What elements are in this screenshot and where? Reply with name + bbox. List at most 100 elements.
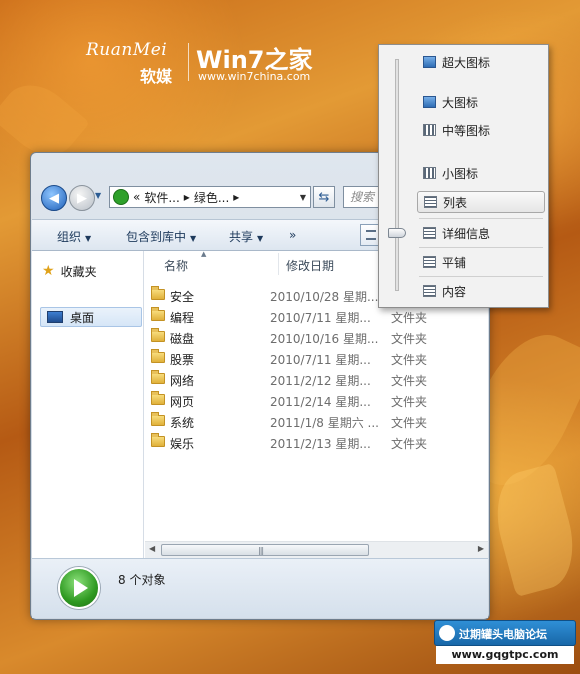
folder-icon (151, 286, 165, 300)
menu-item-extra-large-icons[interactable]: 超大图标 (417, 51, 545, 73)
menu-item-content[interactable]: 内容 (417, 280, 545, 302)
address-location-icon (113, 189, 129, 205)
watermark-banner: 过期罐头电脑论坛 (434, 620, 576, 646)
menu-item-details[interactable]: 详细信息 (417, 222, 545, 244)
file-name: 磁盘 (170, 332, 195, 346)
menu-item-large-icons[interactable]: 大图标 (417, 91, 545, 113)
forum-watermark: 过期罐头电脑论坛 www.gqgtpc.com (434, 620, 576, 666)
address-dropdown-icon[interactable]: ▼ (300, 193, 306, 202)
folder-icon (151, 349, 165, 363)
menu-item-label: 内容 (442, 284, 467, 299)
refresh-button[interactable]: ⇆ (313, 186, 335, 208)
include-in-library-label: 包含到库中 (126, 230, 187, 244)
file-date: 2010/10/28 星期... (270, 290, 378, 304)
menu-item-label: 列表 (443, 195, 468, 210)
content-view-icon (423, 285, 436, 297)
file-name: 安全 (170, 290, 195, 304)
menu-separator (419, 247, 543, 248)
file-date: 2011/1/8 星期六 ... (270, 416, 378, 430)
large-icons-icon (423, 96, 436, 108)
breadcrumb-separator[interactable]: ▸ (233, 190, 239, 204)
view-slider-thumb[interactable] (388, 228, 406, 238)
chevron-down-icon: ▼ (257, 234, 264, 243)
breadcrumb-overflow[interactable]: « (133, 190, 140, 204)
file-row[interactable]: 编程 2010/7/11 星期... 文件夹 (145, 306, 488, 327)
file-date: 2011/2/13 星期... (270, 437, 371, 451)
details-pane: 8 个对象 (32, 558, 488, 618)
file-row[interactable]: 娱乐 2011/2/13 星期... 文件夹 (145, 432, 488, 453)
menu-item-label: 中等图标 (442, 123, 491, 138)
file-row[interactable]: 系统 2011/1/8 星期六 ... 文件夹 (145, 411, 488, 432)
back-button[interactable]: ◀ (41, 185, 67, 211)
file-date: 2011/2/12 星期... (270, 374, 371, 388)
nav-item-favorites[interactable]: ★ 收藏夹 (42, 261, 97, 281)
file-row[interactable]: 网页 2011/2/14 星期... 文件夹 (145, 390, 488, 411)
horizontal-scrollbar[interactable]: ◀ ||| ▶ (145, 541, 488, 558)
scroll-right-icon[interactable]: ▶ (478, 544, 484, 553)
file-type: 文件夹 (391, 374, 428, 388)
view-slider-track[interactable] (395, 59, 399, 291)
file-row[interactable]: 股票 2010/7/11 星期... 文件夹 (145, 348, 488, 369)
history-dropdown-icon[interactable]: ▼ (95, 191, 101, 200)
file-name: 网络 (170, 374, 195, 388)
forum-logo-icon (439, 625, 455, 641)
view-menu: 超大图标 大图标 中等图标 小图标 列表 详细信息 平铺 内容 (378, 44, 549, 308)
file-row[interactable]: 磁盘 2010/10/16 星期... 文件夹 (145, 327, 488, 348)
folder-icon (151, 307, 165, 321)
menu-item-label: 详细信息 (442, 226, 491, 241)
share-button[interactable]: 共享 ▼ (229, 228, 263, 245)
organize-label: 组织 (57, 230, 82, 244)
organize-button[interactable]: 组织 ▼ (57, 228, 91, 245)
menu-separator (419, 218, 543, 219)
scroll-left-icon[interactable]: ◀ (149, 544, 155, 553)
forward-button[interactable]: ▶ (69, 185, 95, 211)
scrollbar-grip: ||| (258, 546, 264, 555)
brand-ruanmei: RuanMei (86, 40, 168, 60)
nav-item-desktop[interactable]: 桌面 (40, 307, 142, 327)
small-icons-icon (423, 167, 436, 179)
watermark-title: 过期罐头电脑论坛 (459, 628, 547, 641)
file-row[interactable]: 网络 2011/2/12 星期... 文件夹 (145, 369, 488, 390)
media-play-icon (58, 567, 100, 609)
breadcrumb-item-green[interactable]: 绿色... (194, 189, 229, 206)
file-type: 文件夹 (391, 311, 428, 325)
desktop-icon (47, 311, 63, 323)
brand-ruanmei-cn: 软媒 (140, 67, 173, 86)
menu-item-list[interactable]: 列表 (417, 191, 545, 213)
star-icon: ★ (42, 263, 55, 279)
file-type: 文件夹 (391, 416, 428, 430)
file-type: 文件夹 (391, 437, 428, 451)
include-in-library-button[interactable]: 包含到库中 ▼ (126, 228, 196, 245)
menu-item-medium-icons[interactable]: 中等图标 (417, 119, 545, 141)
column-header-name[interactable]: 名称 (164, 257, 188, 274)
more-commands-button[interactable]: » (289, 228, 296, 242)
file-type: 文件夹 (391, 332, 428, 346)
brand-url: www.win7china.com (198, 70, 311, 83)
scrollbar-thumb[interactable]: ||| (161, 544, 369, 556)
nav-item-label: 收藏夹 (60, 264, 97, 279)
menu-item-label: 大图标 (442, 95, 479, 110)
column-divider[interactable] (278, 253, 279, 275)
menu-separator (419, 276, 543, 277)
chevron-down-icon: ▼ (85, 234, 92, 243)
folder-icon (151, 433, 165, 447)
extra-large-icons-icon (423, 56, 436, 68)
nav-item-label: 桌面 (70, 310, 95, 325)
menu-item-tiles[interactable]: 平铺 (417, 251, 545, 273)
sort-ascending-icon: ▲ (201, 251, 207, 258)
file-type: 文件夹 (391, 353, 428, 367)
tiles-view-icon (423, 256, 436, 268)
file-date: 2011/2/14 星期... (270, 395, 371, 409)
breadcrumb-separator[interactable]: ▸ (184, 190, 190, 204)
share-label: 共享 (229, 230, 254, 244)
breadcrumb-item-software[interactable]: 软件... (144, 189, 179, 206)
watermark-url: www.gqgtpc.com (436, 646, 574, 664)
navigation-pane: ★ 收藏夹 桌面 (32, 251, 144, 558)
list-view-icon (424, 196, 437, 208)
menu-item-small-icons[interactable]: 小图标 (417, 162, 545, 184)
address-bar[interactable]: « 软件... ▸ 绿色... ▸ ▼ (109, 186, 311, 208)
file-name: 股票 (170, 353, 195, 367)
file-name: 娱乐 (170, 437, 195, 451)
column-header-modified[interactable]: 修改日期 (286, 257, 334, 274)
file-type: 文件夹 (391, 395, 428, 409)
